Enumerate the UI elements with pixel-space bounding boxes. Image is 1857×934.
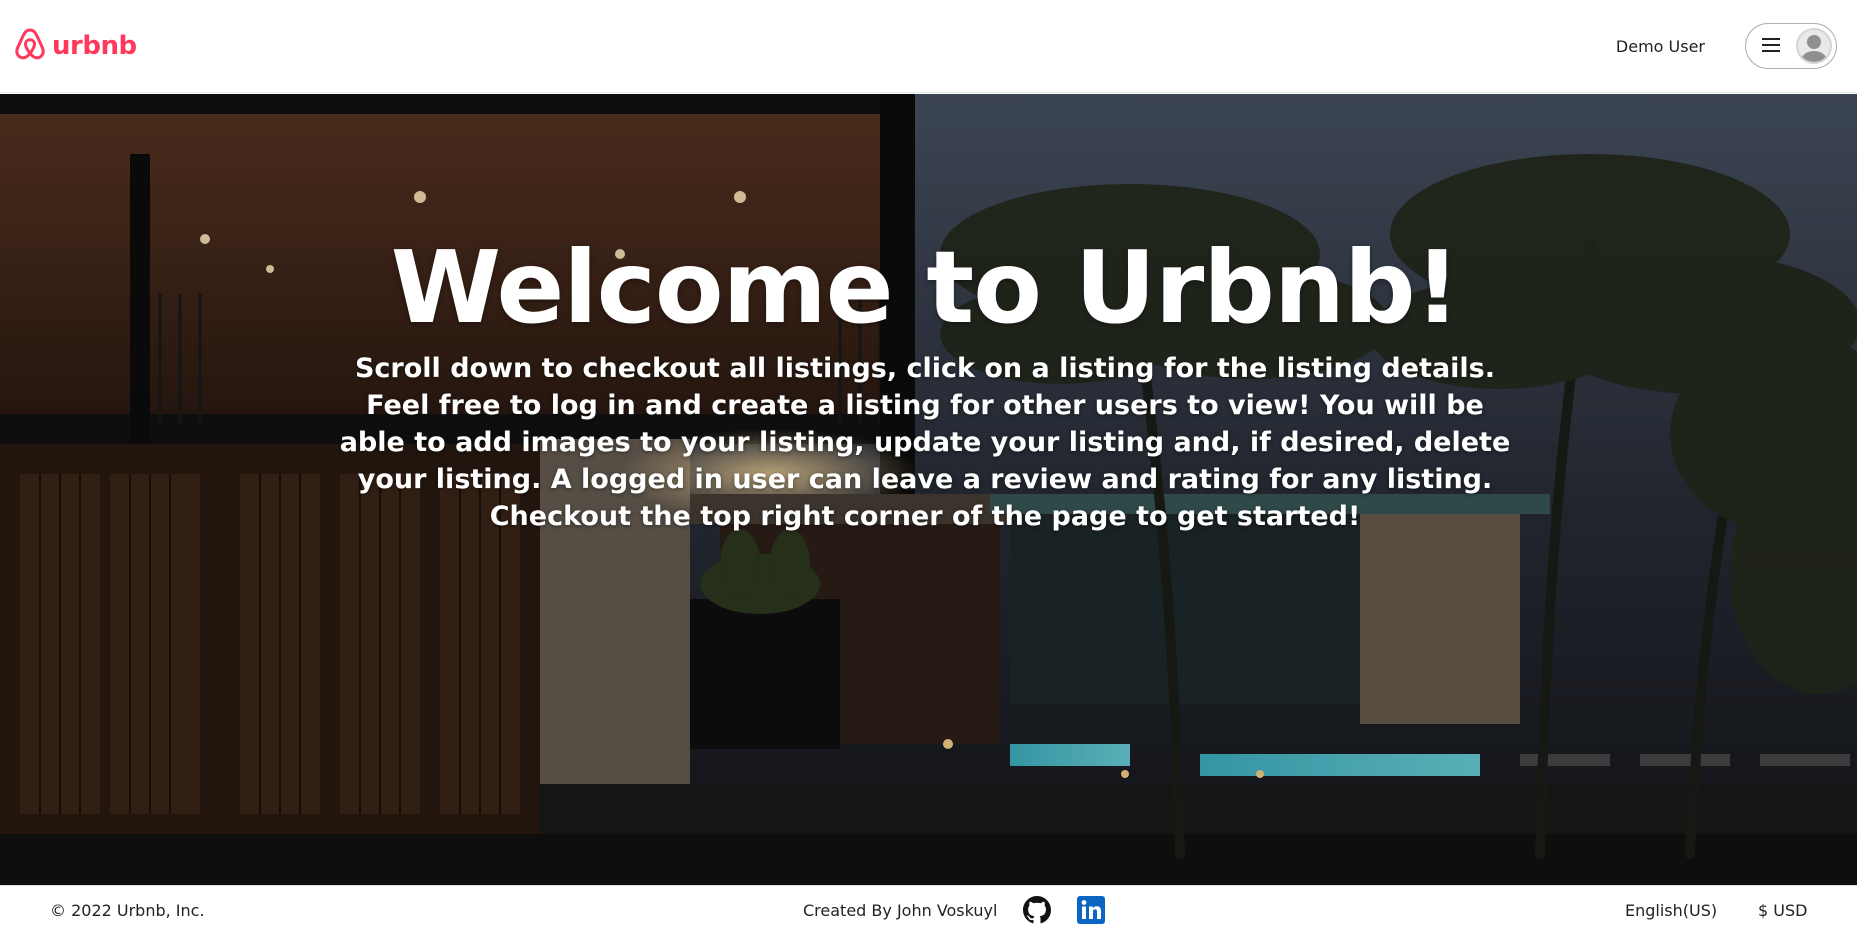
footer: © 2022 Urbnb, Inc. Created By John Vosku… <box>0 885 1857 934</box>
user-avatar-icon <box>1796 28 1832 64</box>
linkedin-icon[interactable] <box>1077 896 1106 924</box>
top-nav: urbnb Demo User <box>0 0 1857 93</box>
hero-title: Welcome to Urbnb! <box>390 229 1460 346</box>
hero-banner: Welcome to Urbnb! Scroll down to checkou… <box>0 94 1857 885</box>
hamburger-menu-icon <box>1762 37 1780 56</box>
footer-credits: Created By John Voskuyl <box>803 896 1106 924</box>
demo-user-button[interactable]: Demo User <box>1616 37 1705 56</box>
currency-selector[interactable]: $ USD <box>1758 901 1807 920</box>
user-menu-button[interactable] <box>1745 23 1837 69</box>
created-by-text: Created By John Voskuyl <box>803 900 998 920</box>
logo-text: urbnb <box>52 31 137 61</box>
urbnb-logo-link[interactable]: urbnb <box>14 27 137 65</box>
urbnb-logo-icon <box>14 27 46 65</box>
hero-description: Scroll down to checkout all listings, cl… <box>339 353 1511 532</box>
copyright-text: © 2022 Urbnb, Inc. <box>50 901 205 920</box>
language-selector[interactable]: English(US) <box>1625 901 1717 920</box>
github-icon[interactable] <box>1023 896 1052 924</box>
